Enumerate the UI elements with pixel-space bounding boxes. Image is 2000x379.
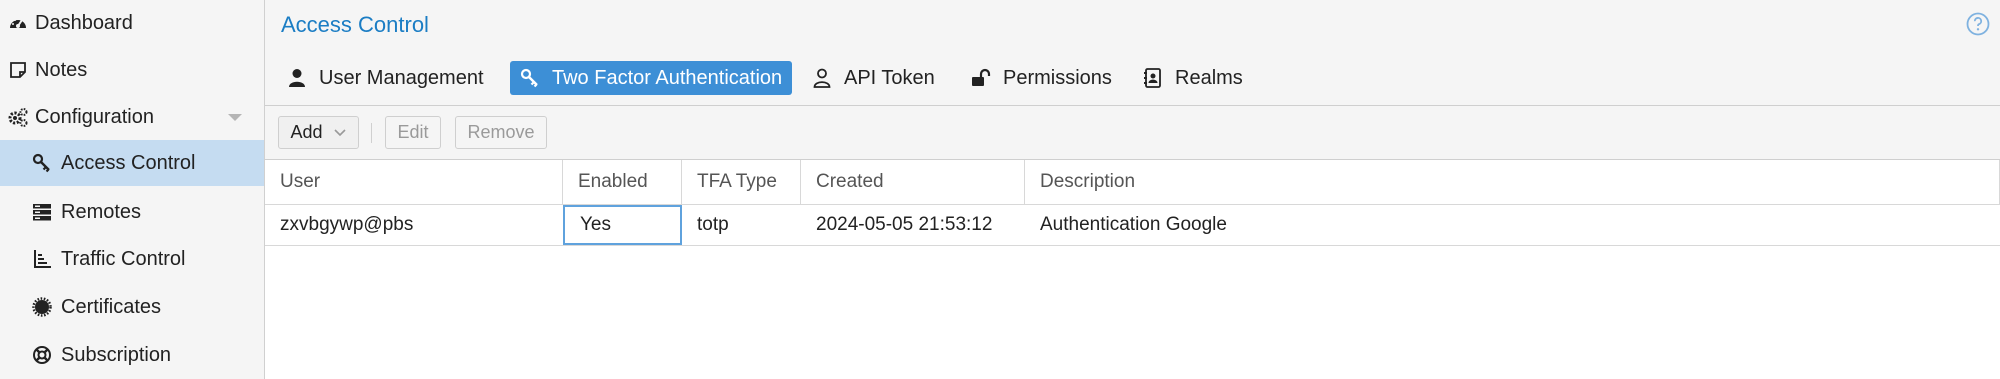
tab-permissions[interactable]: Permissions: [961, 61, 1122, 95]
column-header-description[interactable]: Description: [1025, 160, 2000, 204]
sidebar-item-configuration[interactable]: Configuration: [0, 94, 264, 140]
cell-tfa-type[interactable]: totp: [682, 205, 801, 245]
column-header-enabled[interactable]: Enabled: [563, 160, 682, 204]
cell-enabled[interactable]: Yes: [563, 205, 682, 245]
address-book-icon: [1143, 68, 1163, 88]
app-window: Dashboard Notes Configuration Access Con…: [0, 0, 2000, 379]
tab-realms[interactable]: Realms: [1133, 61, 1253, 95]
sidebar-item-label: Configuration: [35, 105, 154, 128]
toolbar: Add Edit Remove: [265, 106, 2000, 160]
sidebar-nav: Dashboard Notes Configuration Access Con…: [0, 0, 265, 379]
support-icon: [31, 344, 53, 366]
remove-button[interactable]: Remove: [455, 116, 547, 149]
user-outline-icon: [812, 68, 832, 88]
column-header-tfa-type[interactable]: TFA Type: [682, 160, 801, 204]
edit-button[interactable]: Edit: [385, 116, 441, 149]
sidebar-item-certificates[interactable]: Certificates: [0, 284, 264, 330]
table-row[interactable]: zxvbgywp@pbs Yes totp 2024-05-05 21:53:1…: [265, 205, 2000, 246]
tab-two-factor-authentication[interactable]: Two Factor Authentication: [510, 61, 793, 95]
page-title: Access Control: [281, 12, 429, 37]
toolbar-separator: [371, 123, 372, 143]
chevron-down-icon: [333, 122, 347, 143]
key-icon: [520, 68, 540, 88]
tab-label: User Management: [319, 66, 484, 89]
cell-description[interactable]: Authentication Google: [1025, 205, 2000, 245]
tab-user-management[interactable]: User Management: [277, 61, 494, 95]
certificate-icon: [31, 296, 53, 318]
key-icon: [31, 152, 53, 174]
add-button-label: Add: [290, 122, 323, 142]
signal-icon: [31, 248, 53, 270]
sidebar-item-dashboard[interactable]: Dashboard: [0, 0, 264, 46]
add-button[interactable]: Add: [278, 116, 359, 149]
sidebar-item-label: Remotes: [61, 200, 142, 223]
sidebar-item-label: Subscription: [61, 343, 172, 366]
sidebar-item-label: Access Control: [61, 151, 196, 174]
tab-label: Realms: [1175, 66, 1243, 89]
panel-header: Access Control User Management Two Facto…: [265, 0, 2000, 106]
chevron-down-icon[interactable]: [228, 114, 242, 121]
tab-label: Two Factor Authentication: [552, 66, 783, 89]
sidebar-item-label: Notes: [35, 58, 88, 81]
sidebar-item-subscription[interactable]: Subscription: [0, 332, 264, 378]
tfa-table: User Enabled TFA Type Created Descriptio…: [265, 160, 2000, 246]
sidebar-item-label: Dashboard: [35, 11, 133, 34]
table-header: User Enabled TFA Type Created Descriptio…: [265, 160, 2000, 205]
tab-label: Permissions: [1003, 66, 1112, 89]
tab-api-token[interactable]: API Token: [802, 61, 945, 95]
sidebar-item-access-control[interactable]: Access Control: [0, 140, 264, 186]
sidebar-item-label: Certificates: [61, 295, 162, 318]
question-circle-icon[interactable]: [1966, 12, 1990, 36]
main-panel: Access Control User Management Two Facto…: [265, 0, 2000, 379]
gears-icon: [7, 106, 29, 128]
note-icon: [7, 59, 29, 81]
cell-user[interactable]: zxvbgywp@pbs: [265, 205, 563, 245]
sidebar-item-traffic-control[interactable]: Traffic Control: [0, 236, 264, 282]
tab-label: API Token: [844, 66, 935, 89]
user-icon: [287, 68, 307, 88]
sidebar-item-notes[interactable]: Notes: [0, 47, 264, 93]
sidebar-item-label: Traffic Control: [61, 247, 186, 270]
dashboard-icon: [7, 12, 29, 34]
unlock-icon: [971, 68, 991, 88]
column-header-created[interactable]: Created: [801, 160, 1025, 204]
cell-created[interactable]: 2024-05-05 21:53:12: [801, 205, 1025, 245]
column-header-user[interactable]: User: [265, 160, 563, 204]
sidebar-item-remotes[interactable]: Remotes: [0, 189, 264, 235]
server-icon: [31, 201, 53, 223]
